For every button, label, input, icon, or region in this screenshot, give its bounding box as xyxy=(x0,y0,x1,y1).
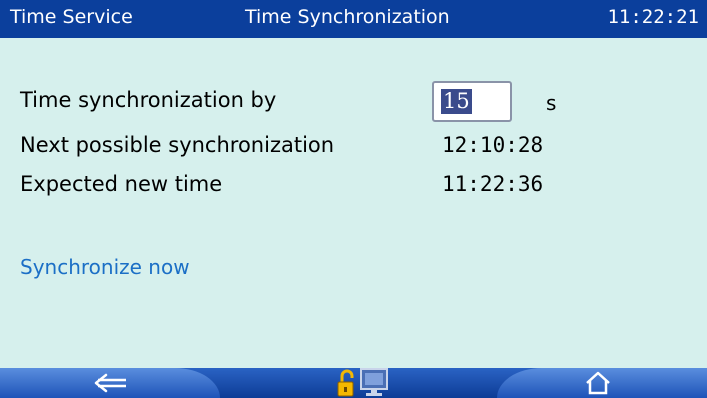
page-title: Time Synchronization xyxy=(245,6,450,28)
home-icon[interactable] xyxy=(583,370,613,396)
back-arrow-icon[interactable] xyxy=(92,371,132,395)
next-sync-label: Next possible synchronization xyxy=(20,133,335,157)
sync-seconds-value: 15 xyxy=(441,89,472,114)
service-label: Time Service xyxy=(10,6,133,28)
sync-by-label: Time synchronization by xyxy=(20,88,277,112)
header-bar: Time Service Time Synchronization 11:22:… xyxy=(0,0,707,38)
sync-seconds-input[interactable]: 15 xyxy=(432,81,512,122)
sync-seconds-unit: s xyxy=(546,91,557,115)
expected-time-label: Expected new time xyxy=(20,172,223,196)
header-clock: 11:22:21 xyxy=(607,6,699,28)
next-sync-value: 12:10:28 xyxy=(442,133,544,157)
synchronize-now-link[interactable]: Synchronize now xyxy=(20,255,190,279)
unlocked-padlock-icon xyxy=(337,369,354,397)
expected-time-value: 11:22:36 xyxy=(442,172,544,196)
bottom-nav-bar xyxy=(0,368,707,398)
time-sync-screen: Time Service Time Synchronization 11:22:… xyxy=(0,0,707,398)
monitor-icon xyxy=(360,368,388,396)
